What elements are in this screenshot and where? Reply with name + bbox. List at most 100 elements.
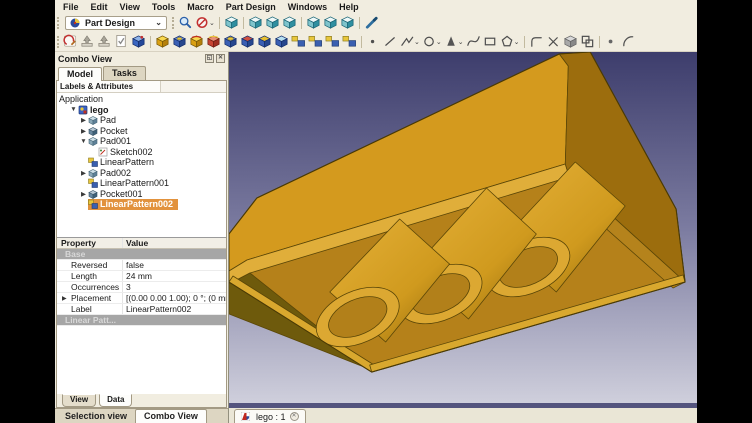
tree-item-application[interactable]: Application bbox=[57, 94, 226, 105]
view-data-tabs: ViewData bbox=[57, 394, 226, 407]
polar-pattern-icon[interactable] bbox=[324, 34, 341, 50]
close-panel-button[interactable]: ✕ bbox=[216, 54, 225, 63]
3d-viewport[interactable] bbox=[229, 52, 697, 403]
property-editor: PropertyValueBaseReversedfalseLength24 m… bbox=[57, 237, 226, 394]
toggle-construction-icon[interactable] bbox=[603, 34, 620, 50]
mirrored-icon[interactable] bbox=[290, 34, 307, 50]
fillet-icon[interactable] bbox=[239, 34, 256, 50]
expander-icon[interactable]: ▶ bbox=[79, 127, 88, 135]
property-value[interactable]: LinearPattern002 bbox=[123, 304, 226, 314]
groove-icon[interactable] bbox=[205, 34, 222, 50]
float-panel-button[interactable]: ◱ bbox=[205, 54, 214, 63]
freecad-window: FileEditViewToolsMacroPart DesignWindows… bbox=[55, 0, 697, 423]
view-left-icon[interactable] bbox=[339, 15, 356, 31]
tree-item-pad001[interactable]: ▼ Pad001 bbox=[57, 136, 226, 147]
measure-distance-icon[interactable] bbox=[363, 15, 380, 31]
menu-part-design[interactable]: Part Design bbox=[220, 2, 282, 12]
view-front-icon[interactable] bbox=[247, 15, 264, 31]
expander-icon[interactable]: ▶ bbox=[79, 116, 88, 124]
menu-file[interactable]: File bbox=[57, 2, 85, 12]
polygon-dropdown-caret[interactable]: ⌄ bbox=[514, 38, 520, 46]
pad-icon[interactable] bbox=[154, 34, 171, 50]
rectangle-icon[interactable] bbox=[482, 34, 499, 50]
fillet-sketch-icon[interactable] bbox=[528, 34, 545, 50]
property-value[interactable]: 24 mm bbox=[123, 271, 226, 281]
toolbar-grip[interactable] bbox=[57, 17, 60, 29]
menu-edit[interactable]: Edit bbox=[85, 2, 114, 12]
close-document-icon[interactable]: ✕ bbox=[290, 412, 299, 421]
external-geometry-icon[interactable] bbox=[562, 34, 579, 50]
tree-item-linearpattern[interactable]: LinearPattern bbox=[57, 157, 226, 168]
document-tab-lego[interactable]: lego : 1 ✕ bbox=[234, 409, 306, 423]
hole-icon[interactable] bbox=[222, 34, 239, 50]
pocket-icon[interactable] bbox=[171, 34, 188, 50]
menu-windows[interactable]: Windows bbox=[282, 2, 333, 12]
point-icon[interactable] bbox=[365, 34, 382, 50]
pad-icon bbox=[88, 115, 98, 125]
arc-icon[interactable] bbox=[620, 34, 637, 50]
view-rear-icon[interactable] bbox=[305, 15, 322, 31]
menu-macro[interactable]: Macro bbox=[181, 2, 220, 12]
view-bottom-icon[interactable] bbox=[322, 15, 339, 31]
fit-all-icon[interactable] bbox=[177, 15, 194, 31]
view-top-icon[interactable] bbox=[264, 15, 281, 31]
tree-item-linearpattern001[interactable]: LinearPattern001 bbox=[57, 178, 226, 189]
view-right-icon[interactable] bbox=[281, 15, 298, 31]
tree-item-pad[interactable]: ▶Pad bbox=[57, 115, 226, 126]
property-editor-empty bbox=[57, 326, 226, 394]
line-icon[interactable] bbox=[382, 34, 399, 50]
property-value[interactable]: false bbox=[123, 260, 226, 270]
property-group-base[interactable]: Base bbox=[57, 249, 226, 260]
menu-view[interactable]: View bbox=[114, 2, 146, 12]
property-value[interactable]: [(0.00 0.00 1.00); 0 °; (0 mm 0 mm 0 ... bbox=[123, 293, 226, 303]
draft-icon[interactable] bbox=[273, 34, 290, 50]
validate-sketch-icon[interactable] bbox=[113, 34, 130, 50]
tree-item-linearpattern002[interactable]: LinearPattern002 bbox=[57, 199, 226, 210]
tab-data[interactable]: Data bbox=[99, 394, 132, 407]
workbench-selector[interactable]: Part Design ⌄ bbox=[65, 16, 167, 30]
b-spline-icon[interactable] bbox=[465, 34, 482, 50]
toolbar-grip[interactable] bbox=[57, 36, 60, 48]
multi-transform-icon[interactable] bbox=[341, 34, 358, 50]
draw-style-dropdown-caret[interactable]: ⌄ bbox=[209, 19, 215, 27]
trim-icon[interactable] bbox=[545, 34, 562, 50]
tree-item-label: lego bbox=[90, 105, 111, 115]
expander-icon[interactable]: ▼ bbox=[79, 138, 88, 145]
toolbar-separator bbox=[359, 17, 360, 29]
create-body-icon[interactable] bbox=[130, 34, 147, 50]
tab-view[interactable]: View bbox=[62, 394, 96, 407]
tree-item-pocket[interactable]: ▶Pocket bbox=[57, 126, 226, 137]
map-sketch-icon[interactable] bbox=[96, 34, 113, 50]
menu-tools[interactable]: Tools bbox=[146, 2, 181, 12]
carbon-copy-icon[interactable] bbox=[579, 34, 596, 50]
revolution-icon[interactable] bbox=[188, 34, 205, 50]
property-group-linear-patt-[interactable]: Linear Patt... bbox=[57, 315, 226, 326]
linear-pattern-icon[interactable] bbox=[307, 34, 324, 50]
dock-tab-selection-view[interactable]: Selection view bbox=[57, 410, 135, 423]
circle-dropdown-caret[interactable]: ⌄ bbox=[436, 38, 442, 46]
tab-model[interactable]: Model bbox=[58, 67, 102, 81]
expander-icon[interactable]: ▼ bbox=[69, 106, 78, 113]
dock-tab-combo-view[interactable]: Combo View bbox=[135, 409, 207, 423]
tree-item-pocket001[interactable]: ▶Pocket001 bbox=[57, 189, 226, 200]
tree-item-pad002[interactable]: ▶Pad002 bbox=[57, 168, 226, 179]
3d-scene bbox=[229, 52, 697, 403]
property-column-header: Property bbox=[57, 238, 123, 248]
tree-item-label: Pad001 bbox=[100, 136, 133, 146]
expander-icon[interactable]: ▶ bbox=[62, 295, 71, 302]
toolbar-grip[interactable] bbox=[172, 17, 175, 29]
tree-item-lego[interactable]: ▼ lego bbox=[57, 105, 226, 116]
conics-dropdown-caret[interactable]: ⌄ bbox=[458, 38, 464, 46]
edit-sketch-icon[interactable] bbox=[79, 34, 96, 50]
property-value[interactable]: 3 bbox=[123, 282, 226, 292]
chamfer-icon[interactable] bbox=[256, 34, 273, 50]
tab-tasks[interactable]: Tasks bbox=[103, 66, 146, 80]
polyline-dropdown-caret[interactable]: ⌄ bbox=[414, 38, 420, 46]
menu-help[interactable]: Help bbox=[333, 2, 365, 12]
tree-item-sketch002[interactable]: Sketch002 bbox=[57, 147, 226, 158]
expander-icon[interactable]: ▶ bbox=[79, 190, 88, 198]
view-axonometric-icon[interactable] bbox=[223, 15, 240, 31]
expander-icon[interactable]: ▶ bbox=[79, 169, 88, 177]
create-sketch-icon[interactable] bbox=[62, 34, 79, 50]
sketch-icon bbox=[98, 147, 108, 157]
